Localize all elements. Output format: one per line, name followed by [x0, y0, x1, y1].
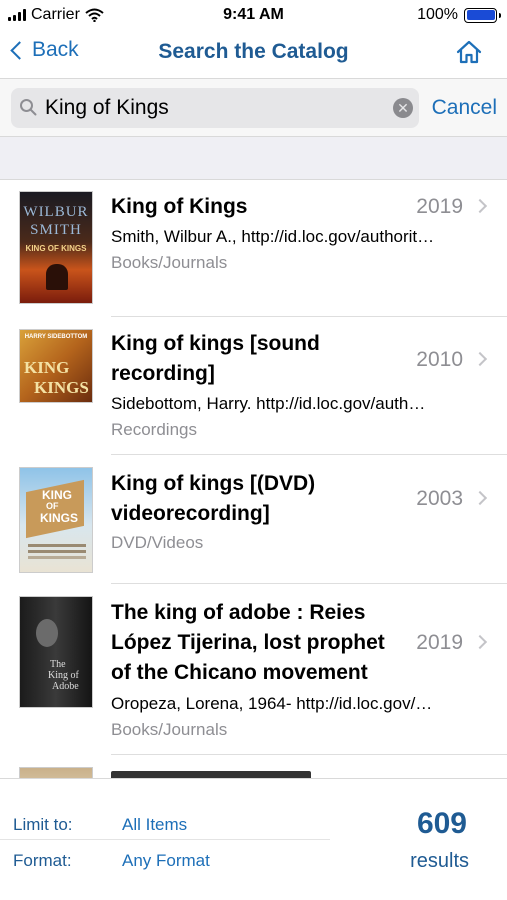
cover-text: WILBUR	[23, 204, 89, 220]
result-title-partial	[111, 771, 311, 778]
result-row[interactable]	[0, 755, 507, 778]
format-label: Format:	[13, 851, 72, 870]
clear-icon[interactable]: ✕	[393, 98, 413, 118]
result-type: Recordings	[111, 420, 197, 439]
cover-text: SMITH	[30, 222, 82, 238]
result-year: 2019	[416, 195, 463, 218]
home-icon[interactable]	[455, 39, 483, 65]
result-author: Sidebottom, Harry. http://id.loc.gov/aut…	[111, 394, 426, 413]
result-row[interactable]: The King of Adobe The king of adobe : Re…	[0, 584, 507, 755]
battery-icon	[464, 7, 501, 23]
cover-text: KING	[42, 488, 72, 502]
cover-text: KINGS	[40, 511, 79, 525]
result-type: Books/Journals	[111, 720, 228, 739]
result-row[interactable]: WILBUR SMITH KING OF KINGS King of Kings…	[0, 180, 507, 317]
cover-text: The	[50, 659, 66, 670]
cover-text: HARRY SIDEBOTTOM	[24, 334, 88, 340]
cover-text: KING OF KINGS	[25, 244, 87, 253]
result-title: The king of adobe : Reies	[111, 601, 366, 624]
result-year: 2019	[416, 631, 463, 654]
results-label: results	[410, 850, 469, 872]
limit-select[interactable]: All Items	[122, 815, 187, 835]
cover-text: KING	[24, 358, 70, 377]
filter-divider	[0, 839, 330, 840]
result-title: López Tijerina, lost prophet	[111, 631, 385, 654]
book-cover-image: HARRY SIDEBOTTOM KING KINGS	[19, 329, 93, 403]
search-input[interactable]: King of Kings ✕	[11, 88, 419, 128]
result-type: Books/Journals	[111, 253, 228, 272]
search-bar: King of Kings ✕ Cancel	[0, 78, 507, 136]
results-count: 609	[416, 807, 467, 840]
results-list: WILBUR SMITH KING OF KINGS King of Kings…	[0, 180, 507, 778]
chevron-right-icon	[472, 490, 488, 506]
cover-text: OF	[46, 501, 59, 511]
cancel-button[interactable]: Cancel	[432, 96, 497, 120]
status-right: 100%	[417, 6, 501, 24]
chevron-right-icon	[472, 198, 488, 214]
result-title: of the Chicano movement	[111, 661, 368, 684]
result-author: Smith, Wilbur A., http://id.loc.gov/auth…	[111, 227, 435, 246]
section-header	[0, 136, 507, 180]
result-author: Oropeza, Lorena, 1964- http://id.loc.gov…	[111, 694, 433, 713]
limit-label: Limit to:	[13, 815, 73, 834]
cover-portrait	[36, 619, 58, 647]
nav-bar: Back Search the Catalog	[0, 30, 507, 76]
cover-text: King of	[48, 670, 79, 681]
result-title: King of kings [sound	[111, 332, 320, 355]
lion-silhouette	[46, 264, 68, 290]
result-row[interactable]: KING OF KINGS King of kings [(DVD) video…	[0, 455, 507, 584]
book-cover-image: The King of Adobe	[19, 596, 93, 708]
result-year: 2010	[416, 348, 463, 371]
result-title: recording]	[111, 362, 215, 385]
search-query: King of Kings	[45, 96, 169, 119]
cover-caption	[28, 544, 86, 547]
result-row[interactable]: HARRY SIDEBOTTOM KING KINGS King of king…	[0, 317, 507, 455]
book-cover-image	[19, 767, 93, 778]
result-title: King of Kings	[111, 195, 248, 218]
battery-percent: 100%	[417, 6, 458, 23]
cover-text: Adobe	[52, 681, 79, 692]
battery-fill	[466, 10, 495, 20]
format-select[interactable]: Any Format	[122, 851, 210, 871]
book-cover-image: WILBUR SMITH KING OF KINGS	[19, 191, 93, 304]
status-bar: Carrier 9:41 AM 100%	[0, 0, 507, 30]
dvd-cover-image: KING OF KINGS	[19, 467, 93, 573]
chevron-right-icon	[472, 351, 488, 367]
result-title: King of kings [(DVD)	[111, 472, 316, 495]
result-year: 2003	[416, 487, 463, 510]
search-icon	[20, 99, 37, 116]
result-type: DVD/Videos	[111, 533, 204, 552]
filter-bar: Limit to: All Items Format: Any Format 6…	[0, 778, 507, 900]
cover-text: KINGS	[34, 378, 89, 397]
page-title: Search the Catalog	[158, 40, 349, 63]
result-title: videorecording]	[111, 502, 270, 525]
chevron-right-icon	[472, 634, 488, 650]
